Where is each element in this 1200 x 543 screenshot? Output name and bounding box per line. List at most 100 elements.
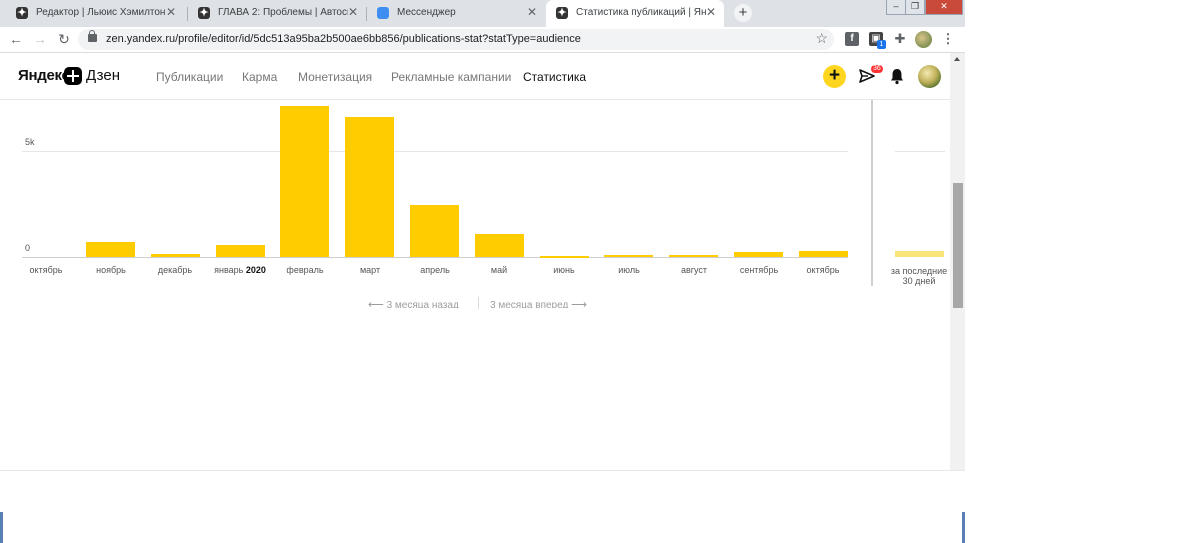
- chart-bar[interactable]: [151, 254, 200, 257]
- menu-monetization[interactable]: Монетизация: [298, 70, 372, 84]
- close-icon[interactable]: ✕: [525, 5, 539, 20]
- arrow-right-icon: ⟶: [571, 299, 587, 308]
- x-tick-label: январь 2020: [208, 265, 272, 275]
- chart-divider: [871, 100, 873, 286]
- x-tick-label: декабрь: [143, 265, 207, 275]
- chart-bar[interactable]: [669, 255, 718, 257]
- menu-publications[interactable]: Публикации: [156, 70, 223, 84]
- x-axis-baseline: [22, 257, 848, 258]
- facebook-extension-icon[interactable]: f: [845, 32, 859, 46]
- lock-icon: [88, 30, 97, 42]
- logo-word-yandex: Яндекс: [18, 67, 70, 84]
- close-icon[interactable]: ✕: [346, 5, 360, 20]
- user-avatar[interactable]: [918, 65, 941, 88]
- gridline: [22, 151, 848, 152]
- window-edge: [0, 512, 3, 543]
- browser-window: ✦ Редактор | Льюис Хэмилтон: Ле ✕ ✦ ГЛАВ…: [0, 0, 965, 543]
- tab-statistics[interactable]: ✦ Статистика публикаций | Яндек ✕: [546, 0, 724, 27]
- x-tick-label: октябрь: [14, 265, 78, 275]
- messenger-icon: [377, 7, 389, 19]
- browser-menu-icon[interactable]: ⋮: [941, 32, 955, 46]
- bookmark-star-icon[interactable]: ☆: [815, 30, 828, 47]
- x-tick-month: январь: [214, 265, 244, 275]
- x-tick-label: февраль: [273, 265, 337, 275]
- x-tick-month: ноябрь: [96, 265, 126, 275]
- zen-icon: ✦: [198, 7, 210, 19]
- extensions-puzzle-icon[interactable]: ✚: [893, 32, 907, 46]
- back-icon[interactable]: ←: [6, 30, 26, 48]
- minimize-button[interactable]: –: [886, 0, 906, 15]
- pager-separator: [478, 297, 479, 309]
- scrollbar-thumb[interactable]: [953, 183, 963, 308]
- x-tick-label: октябрь: [791, 265, 855, 275]
- zen-icon: ✦: [16, 7, 28, 19]
- maximize-button[interactable]: ❐: [905, 0, 925, 15]
- tab-title: Статистика публикаций | Яндек: [576, 7, 706, 18]
- zen-icon: ✦: [556, 7, 568, 19]
- browser-toolbar: ← → ↻ zen.yandex.ru/profile/editor/id/5d…: [0, 27, 965, 53]
- bell-icon[interactable]: [889, 67, 905, 85]
- x-tick-month: март: [359, 265, 381, 275]
- forward-icon[interactable]: →: [30, 30, 50, 48]
- close-icon[interactable]: ✕: [704, 5, 718, 20]
- window-close-button[interactable]: ✕: [925, 0, 963, 15]
- last-30-days-bar[interactable]: [895, 251, 944, 257]
- address-bar[interactable]: zen.yandex.ru/profile/editor/id/5dc513a9…: [78, 29, 834, 50]
- chart-bar[interactable]: [86, 242, 135, 257]
- chart-bar[interactable]: [734, 252, 783, 257]
- x-tick-month: апрель: [420, 265, 450, 275]
- extension-cube-icon[interactable]: ▣ 1: [869, 32, 886, 49]
- site-header: Яндекс Дзен Публикации Карма Монетизация…: [0, 53, 950, 100]
- pager-next-label: 3 месяца вперед: [490, 300, 569, 308]
- notifications-badge: 36: [871, 65, 883, 73]
- pager-next-button[interactable]: 3 месяца вперед ⟶: [490, 298, 587, 308]
- page-bottom: [0, 470, 965, 543]
- x-tick-label: май: [467, 265, 531, 275]
- last-30-days-line1: за последние: [890, 266, 948, 276]
- menu-karma[interactable]: Карма: [242, 70, 277, 84]
- x-tick-label: июль: [597, 265, 661, 275]
- logo-word-zen: Дзен: [86, 67, 120, 84]
- gridline: [895, 151, 945, 152]
- last-30-days-line2: 30 дней: [902, 276, 936, 286]
- new-tab-button[interactable]: +: [734, 4, 752, 22]
- chart-bar[interactable]: [604, 255, 653, 257]
- reload-icon[interactable]: ↻: [54, 30, 74, 48]
- tab-editor[interactable]: ✦ Редактор | Льюис Хэмилтон: Ле ✕: [6, 0, 184, 27]
- url-text[interactable]: zen.yandex.ru/profile/editor/id/5dc513a9…: [106, 33, 581, 45]
- tab-messenger[interactable]: Мессенджер ✕: [367, 0, 545, 27]
- close-icon[interactable]: ✕: [164, 5, 178, 20]
- x-tick-year: 2020: [245, 265, 266, 275]
- chart-bar[interactable]: [475, 234, 524, 257]
- profile-avatar-icon[interactable]: [915, 31, 932, 48]
- extension-badge: 1: [877, 40, 886, 49]
- x-tick-label: июнь: [532, 265, 596, 275]
- chart-bar[interactable]: [280, 106, 329, 257]
- pager-prev-button[interactable]: ⟵ 3 месяца назад: [368, 298, 459, 308]
- chart-bar[interactable]: [799, 251, 848, 257]
- menu-statistics[interactable]: Статистика: [523, 70, 586, 84]
- x-tick-label: март: [338, 265, 402, 275]
- x-tick-label: сентябрь: [727, 265, 791, 275]
- tab-title: Мессенджер: [397, 7, 456, 18]
- chart-bar[interactable]: [540, 256, 589, 258]
- statistics-panel: [0, 100, 950, 470]
- arrow-left-icon: ⟵: [368, 299, 384, 308]
- x-tick-month: февраль: [286, 265, 324, 275]
- x-tick-month: май: [490, 265, 508, 275]
- chart-bar[interactable]: [345, 117, 394, 257]
- x-tick-month: август: [680, 265, 708, 275]
- window-edge: [962, 512, 965, 543]
- x-tick-label: август: [662, 265, 726, 275]
- menu-ad-campaigns[interactable]: Рекламные кампании: [391, 70, 511, 84]
- y-tick-label: 5k: [25, 137, 35, 147]
- x-tick-month: октябрь: [806, 265, 840, 275]
- zen-logo-icon: [64, 67, 82, 85]
- chart-bar[interactable]: [410, 205, 459, 257]
- scroll-up-icon[interactable]: [954, 57, 960, 61]
- x-tick-label: ноябрь: [79, 265, 143, 275]
- chart-bar[interactable]: [216, 245, 265, 257]
- create-button[interactable]: +: [823, 65, 846, 88]
- tab-chapter[interactable]: ✦ ГЛАВА 2: Проблемы | Автоспор ✕: [188, 0, 366, 27]
- tab-title: ГЛАВА 2: Проблемы | Автоспор: [218, 7, 348, 18]
